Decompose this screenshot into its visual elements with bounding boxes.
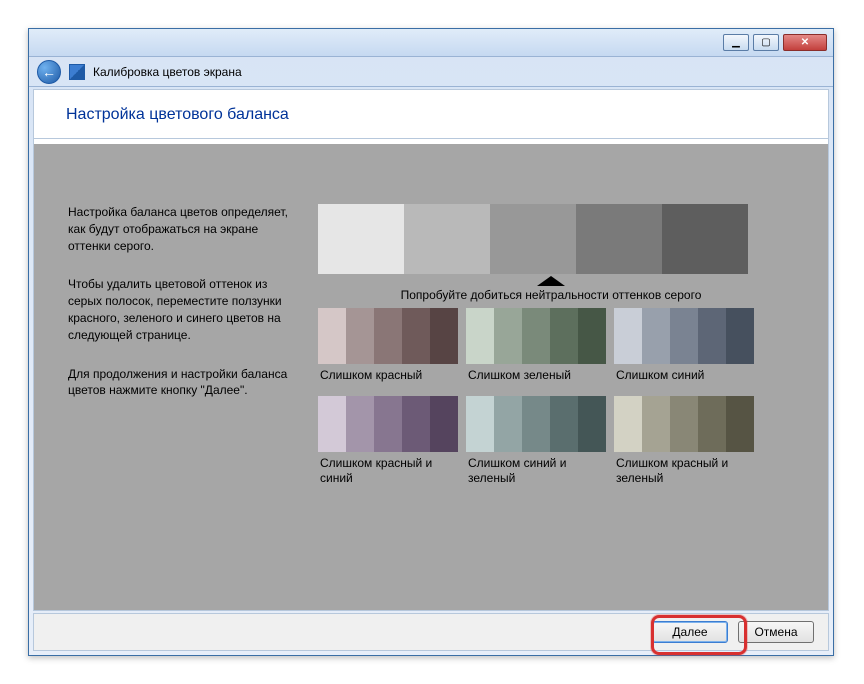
header-bar: ← Калибровка цветов экрана [29,57,833,87]
instruction-paragraph: Чтобы удалить цветовой оттенок из серых … [68,276,288,343]
neutral-caption: Попробуйте добиться нейтральности оттенк… [401,288,702,302]
examples-column: Попробуйте добиться нейтральности оттенк… [318,204,794,590]
titlebar: ▁ ▢ ✕ [29,29,833,57]
example-swatch [466,396,606,452]
content-area: Настройка цветового баланса Настройка ба… [33,89,829,611]
minimize-button[interactable]: ▁ [723,34,749,51]
neutral-swatch [490,204,576,274]
neutral-swatch [404,204,490,274]
neutral-swatch [662,204,748,274]
body-panel: Настройка баланса цветов определяет, как… [34,144,828,610]
window-title: Калибровка цветов экрана [93,65,242,79]
arrow-left-icon: ← [42,64,56,80]
example-label: Слишком красный и синий [318,456,458,485]
page-title: Настройка цветового баланса [66,106,796,124]
neutral-swatch-row [318,204,748,274]
maximize-button[interactable]: ▢ [753,34,779,51]
page-title-bar: Настройка цветового баланса [34,90,828,139]
examples-grid: Слишком красный Слишком зеленый Слишком си… [318,308,754,495]
window-frame: ▁ ▢ ✕ ← Калибровка цветов экрана Настрой… [28,28,834,656]
example-label: Слишком красный [318,368,458,382]
app-icon [69,64,85,80]
cancel-button[interactable]: Отмена [738,621,814,643]
example-label: Слишком синий [614,368,754,382]
back-button[interactable]: ← [37,60,61,84]
close-button[interactable]: ✕ [783,34,827,51]
next-button[interactable]: Далее [652,621,728,643]
footer-bar: Далее Отмена [33,613,829,651]
example-swatch [614,396,754,452]
instruction-paragraph: Настройка баланса цветов определяет, как… [68,204,288,254]
example-label: Слишком зеленый [466,368,606,382]
example-swatch [318,308,458,364]
example-swatch [614,308,754,364]
example-label: Слишком красный и зеленый [614,456,754,485]
neutral-swatch [576,204,662,274]
neutral-swatch [318,204,404,274]
arrow-up-icon [537,276,565,286]
example-swatch [318,396,458,452]
example-label: Слишком синий и зеленый [466,456,606,485]
instruction-paragraph: Для продолжения и настройки баланса цвет… [68,366,288,400]
example-swatch [466,308,606,364]
instructions-column: Настройка баланса цветов определяет, как… [68,204,288,590]
